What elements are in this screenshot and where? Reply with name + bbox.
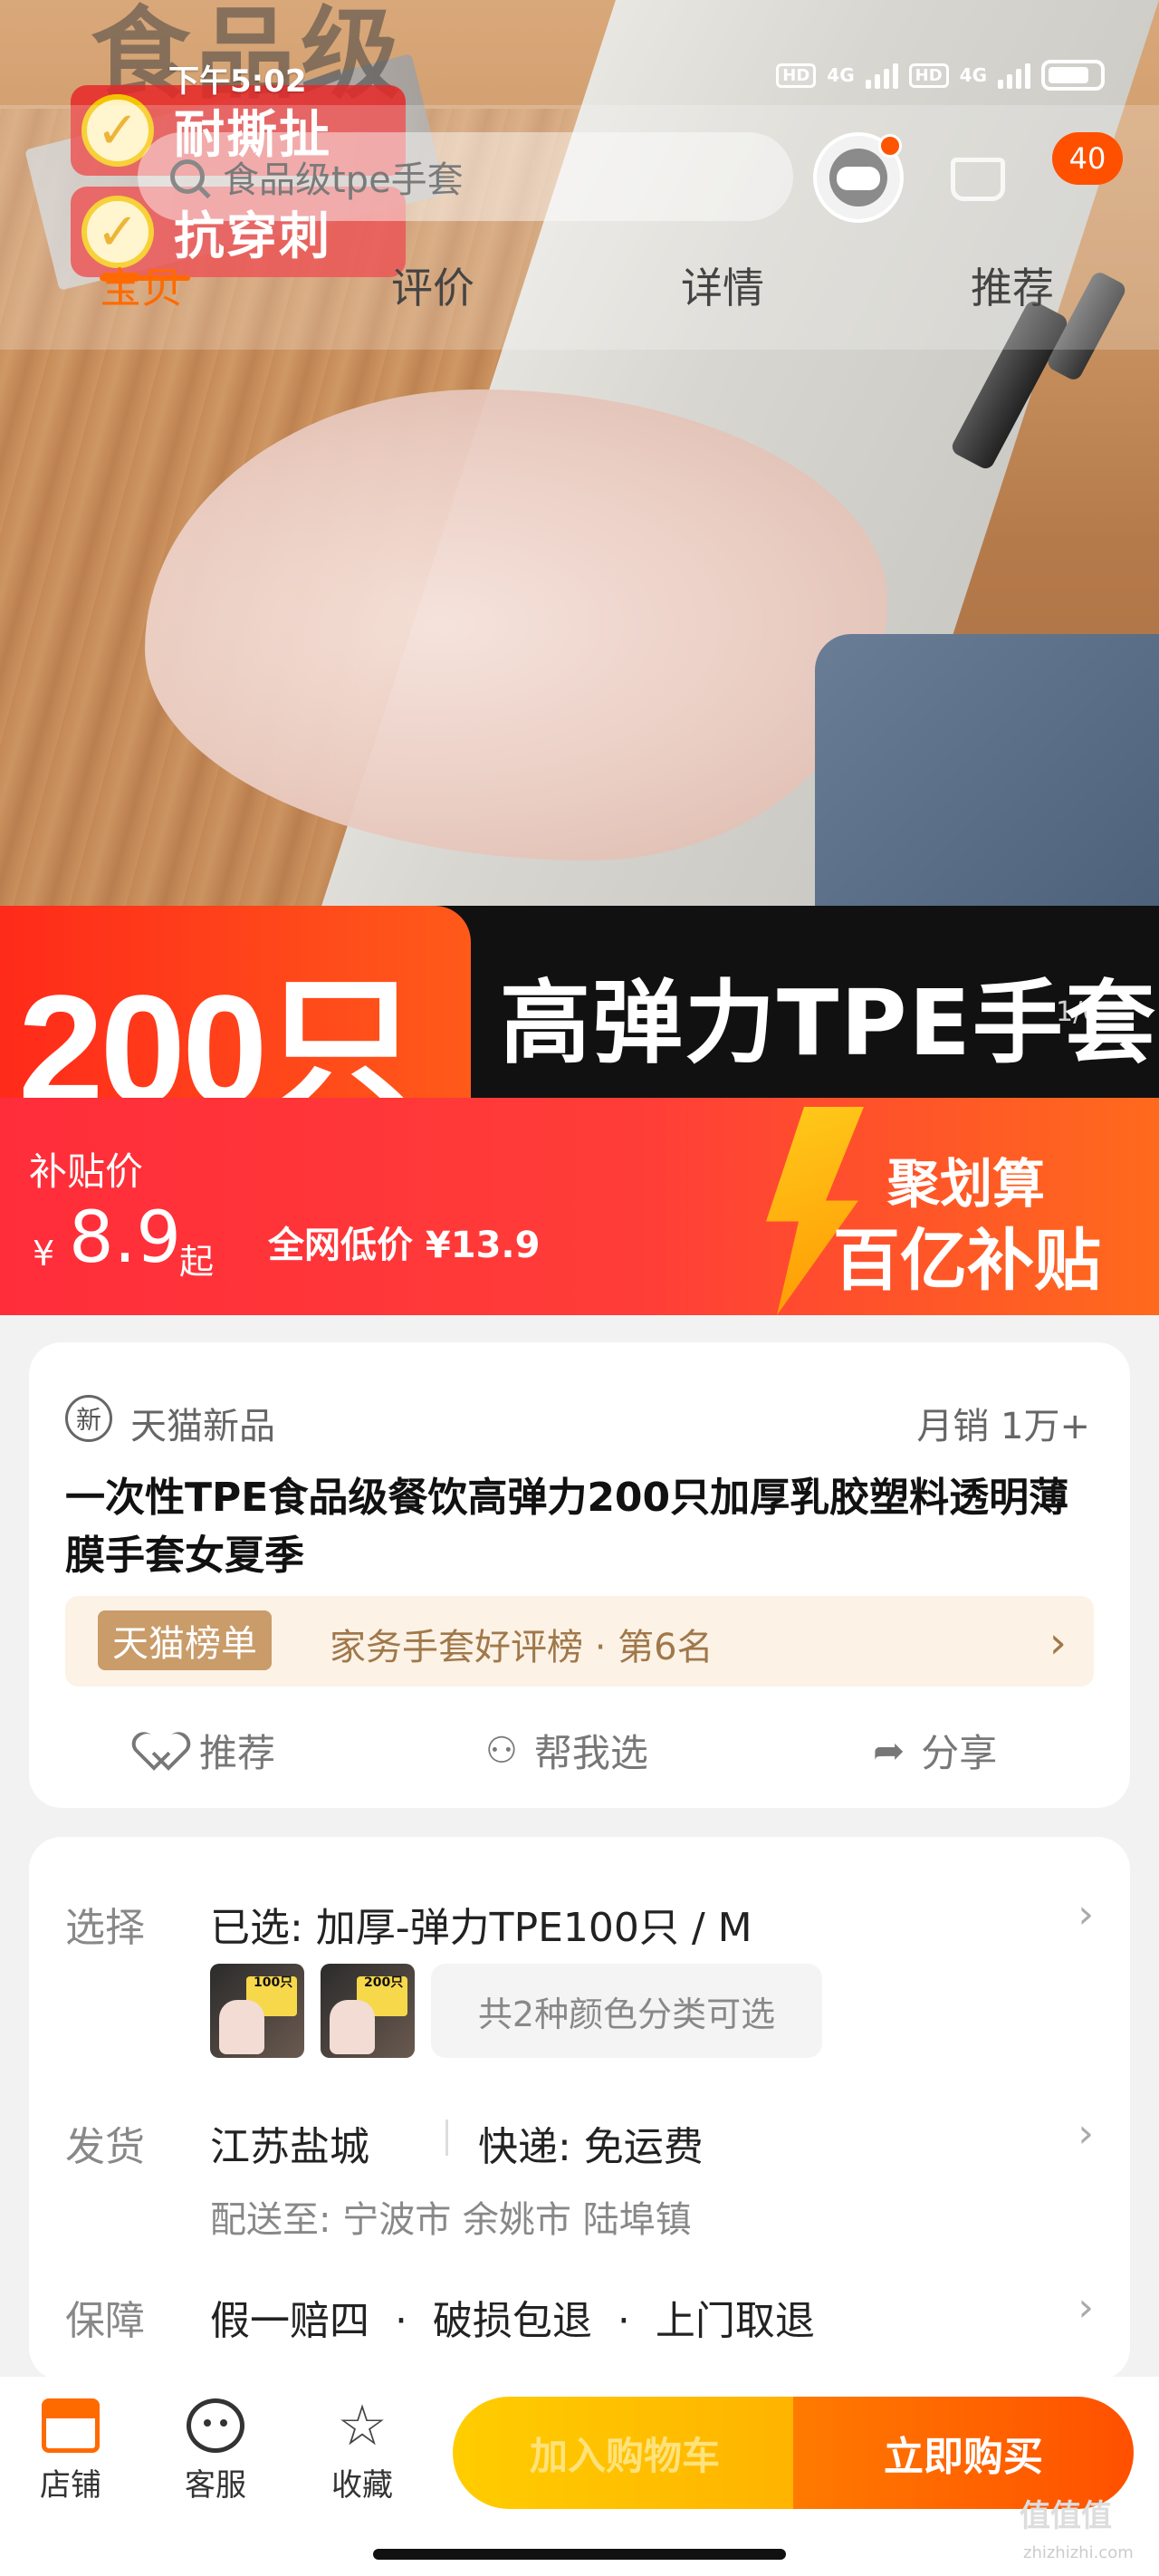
selected-sku[interactable]: 已选: 加厚-弹力TPE100只 / M [210,1895,752,1953]
chevron-right-icon[interactable]: › [1078,2284,1094,2331]
site-watermark: 值值值 [1020,2498,1112,2534]
color-options-button[interactable]: 共2种颜色分类可选 [431,1964,822,2058]
compare-price: 全网低价 ¥13.9 [268,1225,541,1266]
new-product-icon: 新 [65,1395,112,1442]
price-label: 补贴价 [29,1149,144,1194]
sku-thumbnail-label: 100只 [254,1975,293,1990]
share-label: 分享 [921,1731,998,1775]
product-page: 食品级 ✓ 耐撕扯 ✓ 抗穿刺 下午5:02 HD 4G HD 4G 食品级tp… [0,0,1159,2576]
favorite-button[interactable]: ☆ 收藏 [308,2398,417,2504]
ranking-tag: 天猫榜单 [98,1610,272,1670]
product-info-card: 新 天猫新品 月销 1万+ 一次性TPE食品级餐饮高弹力200只加厚乳胶塑料透明… [29,1342,1130,1808]
express-fee: 快递: 免运费 [478,2124,704,2170]
ranking-banner[interactable]: 天猫榜单 家务手套好评榜 · 第6名 › [65,1596,1094,1687]
recommend-label: 推荐 [199,1731,276,1775]
store-button[interactable]: 店铺 [16,2398,125,2504]
active-tab-indicator [100,275,190,281]
customer-service-button[interactable]: 客服 [161,2398,270,2504]
promo-subtitle: 百亿补贴 [833,1222,1101,1300]
add-to-cart-button[interactable]: 加入购物车 [453,2397,797,2509]
service-label: 客服 [185,2467,246,2504]
tab-reviews[interactable]: 评价 [391,255,474,315]
guarantee-row-label: 保障 [65,2298,145,2344]
site-watermark-url: zhizhizhi.com [1023,2543,1134,2562]
service-icon [187,2398,244,2453]
delivery-address[interactable]: 配送至: 宁波市 余姚市 陆埠镇 [210,2190,692,2243]
share-icon: ➦ [873,1728,905,1773]
product-banner: 200只 高弹力TPE手套 1/6 [0,906,1159,1136]
guarantee-items[interactable]: 假一赔四 · 破损包退 · 上门取退 [210,2288,815,2346]
store-icon [42,2398,100,2453]
bottom-action-bar: 店铺 客服 ☆ 收藏 加入购物车 立即购买 [0,2377,1159,2576]
image-page-indicator: 1/6 [1056,996,1100,1028]
cart-count-badge[interactable]: 40 [1052,132,1123,185]
star-icon: ☆ [337,2392,388,2458]
hd-icon: HD [908,62,949,88]
options-card: 选择 已选: 加厚-弹力TPE100只 / M › 100只 200只 共2种颜… [29,1837,1130,2380]
help-choose-button[interactable]: ⚇ 帮我选 [485,1723,648,1778]
product-title[interactable]: 一次性TPE食品级餐饮高弹力200只加厚乳胶塑料透明薄膜手套女夏季 [65,1469,1106,1585]
monthly-sales: 月销 1万+ [916,1406,1090,1447]
notification-dot [878,134,902,158]
price-suffix: 起 [179,1242,215,1282]
robot-icon [829,149,887,207]
tab-baobei[interactable]: 宝贝 [100,255,183,315]
network-type: 4G [959,64,987,86]
favorite-label: 收藏 [331,2467,393,2504]
ship-origin: 江苏盐城 [210,2124,369,2170]
heart-icon [145,1733,183,1769]
signal-icon [998,62,1030,89]
tab-recommend[interactable]: 推荐 [971,255,1054,315]
network-type: 4G [827,64,855,86]
assistant-avatar[interactable] [813,132,904,223]
store-label: 店铺 [40,2467,101,2504]
status-time: 下午5:02 [168,63,307,100]
sku-thumbnail[interactable]: 200只 [321,1964,415,2058]
top-navigation: 食品级tpe手套 40 宝贝 评价 详情 推荐 [0,105,1159,350]
chevron-right-icon[interactable]: › [1078,2110,1094,2157]
status-bar: 下午5:02 HD 4G HD 4G [0,54,1159,105]
search-icon [170,159,205,194]
signal-icon [865,62,898,89]
hd-icon: HD [776,62,817,88]
sku-thumbnail-label: 200只 [364,1975,404,1990]
sku-thumbnail[interactable]: 100只 [210,1964,304,2058]
search-bar[interactable]: 食品级tpe手套 [138,132,793,221]
action-row: 推荐 ⚇ 帮我选 ➦ 分享 [29,1705,1130,1795]
help-choose-label: 帮我选 [533,1731,648,1775]
currency-symbol: ¥ [33,1234,55,1274]
divider [445,2119,448,2156]
price-value: 8.9 [69,1197,182,1279]
ranking-text: 家务手套好评榜 · 第6名 [330,1627,714,1668]
status-icons: HD 4G HD 4G [776,60,1105,91]
recommend-button[interactable]: 推荐 [145,1723,275,1778]
price-strip: 补贴价 ¥ 8.9 起 全网低价 ¥13.9 聚划算 百亿补贴 [0,1098,1159,1315]
people-icon: ⚇ [485,1729,518,1772]
ship-row-label: 发货 [65,2124,145,2170]
tab-details[interactable]: 详情 [681,255,764,315]
section-tabs: 宝贝 评价 详情 推荐 [0,255,1159,337]
chevron-right-icon: › [1049,1618,1067,1668]
sleeve-illustration [815,634,1159,906]
cart-icon[interactable] [951,158,1005,201]
search-placeholder: 食品级tpe手套 [223,159,464,201]
new-product-label: 天猫新品 [130,1406,275,1447]
chevron-right-icon[interactable]: › [1078,1891,1094,1937]
share-button[interactable]: ➦ 分享 [873,1723,997,1778]
home-indicator[interactable] [373,2549,786,2560]
select-row-label: 选择 [65,1905,145,1951]
battery-icon [1041,60,1105,91]
